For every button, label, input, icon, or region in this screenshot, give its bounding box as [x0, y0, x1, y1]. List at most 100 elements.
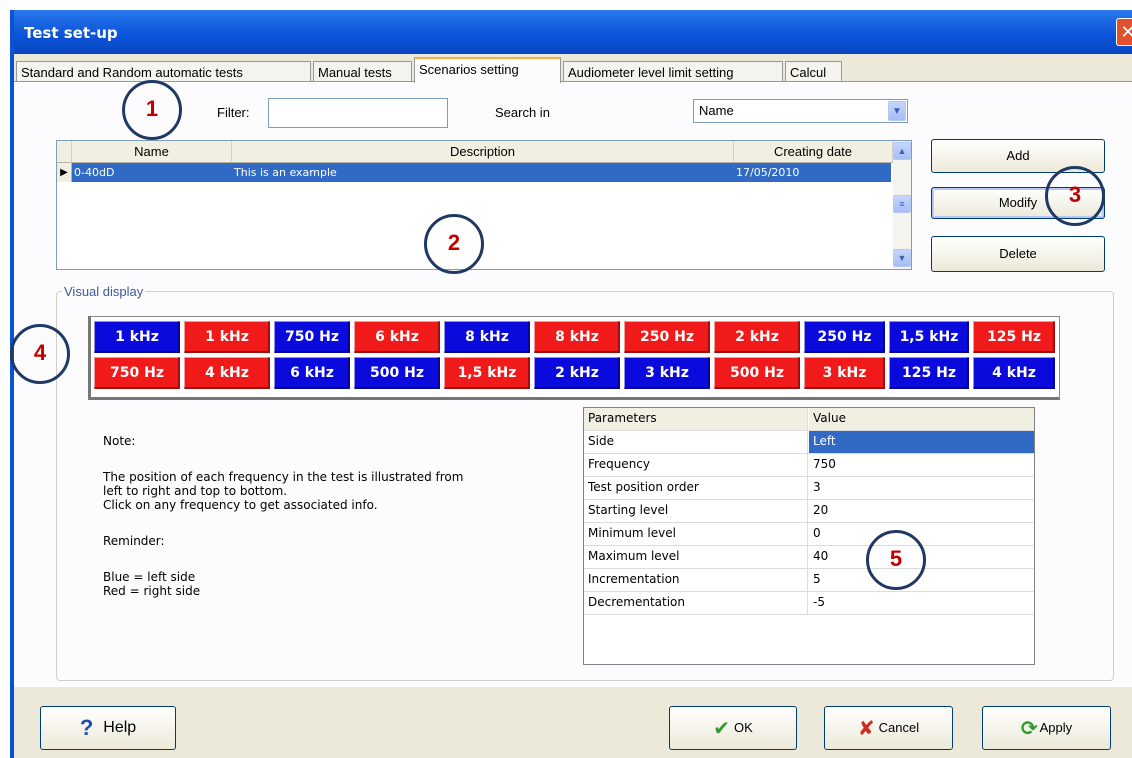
frequency-cell[interactable]: 125 Hz: [973, 321, 1055, 353]
checkmark-icon: ✔: [713, 717, 730, 740]
ok-button[interactable]: ✔ OK: [669, 706, 797, 750]
cancel-label: Cancel: [878, 720, 920, 735]
help-button[interactable]: ? Help: [40, 706, 176, 750]
note-line: Click on any frequency to get associated…: [103, 498, 378, 512]
chevron-down-icon[interactable]: ▼: [888, 101, 906, 121]
scroll-up-icon[interactable]: ▲: [893, 142, 911, 160]
annotation-number: 2: [447, 230, 461, 255]
column-header-description[interactable]: Description: [232, 141, 734, 163]
column-header-name[interactable]: Name: [72, 141, 232, 163]
parameter-row-incrementation[interactable]: Incrementation 5: [584, 569, 1034, 592]
reminder-red: Red = right side: [103, 584, 201, 598]
frequency-cell[interactable]: 1 kHz: [94, 321, 180, 353]
frequency-cell[interactable]: 1,5 kHz: [444, 357, 530, 389]
search-in-value: Name: [699, 103, 734, 118]
parameter-row-frequency[interactable]: Frequency 750: [584, 454, 1034, 477]
parameter-value[interactable]: 750: [809, 454, 1034, 476]
parameter-value[interactable]: 0: [809, 523, 1034, 545]
parameter-row-maximum-level[interactable]: Maximum level 40: [584, 546, 1034, 569]
filter-label: Filter:: [217, 105, 250, 120]
annotation-number: 1: [145, 96, 159, 121]
frequency-cell[interactable]: 6 kHz: [354, 321, 440, 353]
annotation-number: 5: [889, 546, 903, 571]
note-line: left to right and top to bottom.: [103, 484, 288, 498]
parameter-row-position[interactable]: Test position order 3: [584, 477, 1034, 500]
frequency-cell[interactable]: 125 Hz: [889, 357, 969, 389]
parameter-key: Decrementation: [584, 592, 808, 614]
parameter-value[interactable]: 20: [809, 500, 1034, 522]
parameter-key: Incrementation: [584, 569, 808, 591]
frequency-cell[interactable]: 4 kHz: [184, 357, 270, 389]
close-button[interactable]: ✕: [1116, 18, 1132, 46]
tab-strip: Standard and Random automatic tests Manu…: [14, 57, 1132, 83]
note-panel: Note: The position of each frequency in …: [103, 434, 543, 598]
annotation-marker: 2: [424, 214, 484, 274]
frequency-cell[interactable]: 1,5 kHz: [889, 321, 969, 353]
annotation-marker: 1: [122, 80, 182, 140]
reminder-title: Reminder:: [103, 534, 165, 548]
parameter-key: Test position order: [584, 477, 808, 499]
annotation-marker: 5: [866, 530, 926, 590]
delete-button[interactable]: Delete: [931, 236, 1105, 272]
apply-label: Apply: [1039, 720, 1073, 735]
frequency-cell[interactable]: 750 Hz: [94, 357, 180, 389]
parameters-header: Parameters Value: [584, 408, 1034, 431]
question-mark-icon: ?: [79, 715, 94, 740]
filter-input[interactable]: [268, 98, 448, 128]
frequency-cell[interactable]: 2 kHz: [534, 357, 620, 389]
parameter-key: Minimum level: [584, 523, 808, 545]
tab-level-limit[interactable]: Audiometer level limit setting: [563, 61, 783, 83]
frequency-cell[interactable]: 6 kHz: [274, 357, 350, 389]
frequency-cell[interactable]: 250 Hz: [624, 321, 710, 353]
vertical-scrollbar[interactable]: ▲ ≡ ▼: [893, 141, 911, 269]
parameter-row-starting-level[interactable]: Starting level 20: [584, 500, 1034, 523]
frequency-grid: 1 kHz 1 kHz 750 Hz 6 kHz 8 kHz 8 kHz 250 Hz 2 k…: [88, 316, 1060, 400]
cell-description: This is an example: [232, 163, 734, 182]
frequency-cell[interactable]: 750 Hz: [274, 321, 350, 353]
ok-label: OK: [733, 720, 753, 735]
grid-corner: [57, 141, 72, 163]
tab-manual[interactable]: Manual tests: [313, 61, 412, 83]
parameter-key: Side: [584, 431, 808, 453]
tab-scenarios[interactable]: Scenarios setting: [414, 57, 561, 83]
parameter-value[interactable]: 3: [809, 477, 1034, 499]
parameter-value[interactable]: -5: [809, 592, 1034, 614]
visual-display-legend: Visual display: [62, 284, 146, 299]
parameter-row-minimum-level[interactable]: Minimum level 0: [584, 523, 1034, 546]
annotation-number: 4: [33, 340, 47, 365]
frequency-cell[interactable]: 3 kHz: [804, 357, 885, 389]
frequency-cell[interactable]: 500 Hz: [354, 357, 440, 389]
parameter-key: Frequency: [584, 454, 808, 476]
frequency-cell[interactable]: 1 kHz: [184, 321, 270, 353]
parameter-row-decrementation[interactable]: Decrementation -5: [584, 592, 1034, 615]
parameter-row-side[interactable]: Side Left: [584, 431, 1034, 454]
frequency-cell[interactable]: 4 kHz: [973, 357, 1055, 389]
search-in-select[interactable]: Name ▼: [693, 99, 908, 123]
parameter-key: Starting level: [584, 500, 808, 522]
tab-calcul[interactable]: Calcul: [785, 61, 842, 83]
refresh-icon: ⟳: [1020, 717, 1038, 740]
help-label: Help: [103, 719, 137, 737]
tab-standard-random[interactable]: Standard and Random automatic tests: [16, 61, 311, 83]
row-pointer-icon: ▶: [57, 163, 72, 182]
note-title: Note:: [103, 434, 136, 448]
annotation-marker: 4: [10, 324, 70, 384]
table-row[interactable]: ▶ 0-40dD This is an example 17/05/2010: [57, 163, 891, 182]
cancel-button[interactable]: ✘ Cancel: [824, 706, 953, 750]
frequency-cell[interactable]: 8 kHz: [444, 321, 530, 353]
apply-button[interactable]: ⟳ Apply: [982, 706, 1111, 750]
column-header-date[interactable]: Creating date: [734, 141, 893, 163]
search-in-label: Search in: [495, 105, 550, 120]
title-bar: Test set-up ✕: [14, 10, 1132, 54]
scroll-thumb[interactable]: ≡: [893, 195, 911, 213]
frequency-cell[interactable]: 500 Hz: [714, 357, 800, 389]
parameter-value[interactable]: Left: [809, 431, 1034, 453]
column-header-value: Value: [809, 408, 1034, 430]
frequency-cell[interactable]: 3 kHz: [624, 357, 710, 389]
frequency-cell[interactable]: 250 Hz: [804, 321, 885, 353]
frequency-cell[interactable]: 2 kHz: [714, 321, 800, 353]
scroll-down-icon[interactable]: ▼: [893, 249, 911, 267]
frequency-cell[interactable]: 8 kHz: [534, 321, 620, 353]
cell-name: 0-40dD: [72, 163, 232, 182]
window-title: Test set-up: [24, 24, 118, 42]
